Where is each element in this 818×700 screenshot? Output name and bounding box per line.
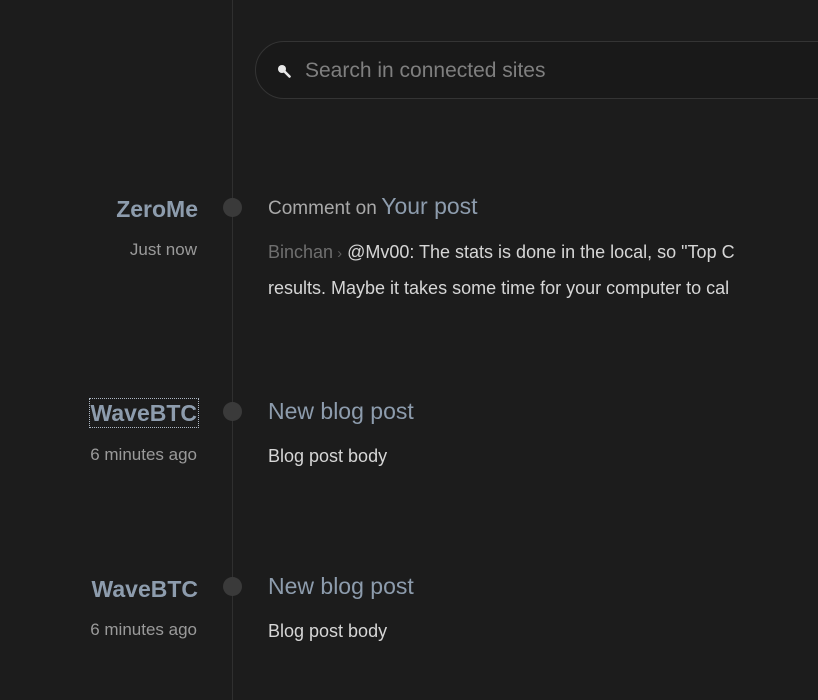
feed-body-line: Binchan › @Mv00: The stats is done in the … xyxy=(268,235,818,271)
timeline-dot xyxy=(223,577,242,596)
feed-title-link[interactable]: New blog post xyxy=(268,398,414,424)
comment-text-line1: @Mv00: The stats is done in the local, s… xyxy=(347,242,735,262)
feed-body: Blog post body xyxy=(268,446,388,466)
search-bar[interactable] xyxy=(255,41,818,99)
comment-text-line2: results. Maybe it takes some time for yo… xyxy=(268,278,730,298)
search-input[interactable] xyxy=(305,56,818,86)
separator-arrow: › xyxy=(337,245,343,262)
feed-title: New blog post xyxy=(268,396,414,430)
feed-title: New blog post xyxy=(268,571,414,605)
feed-site-link[interactable]: ZeroMe xyxy=(116,195,198,223)
feed-timestamp: 6 minutes ago xyxy=(90,445,197,464)
timeline-dot xyxy=(223,402,242,421)
feed-timestamp: 6 minutes ago xyxy=(90,620,197,639)
feed-title-link[interactable]: New blog post xyxy=(268,573,414,599)
feed-title: Comment on Your post xyxy=(268,191,478,225)
feed-timestamp: Just now xyxy=(129,240,197,259)
feed-body: Blog post body xyxy=(268,621,388,641)
feed-title-link[interactable]: Your post xyxy=(381,193,477,219)
newsfeed-page: ZeroMe Just now Comment on Your post Bin… xyxy=(0,0,818,700)
comment-author[interactable]: Binchan xyxy=(268,242,333,262)
timeline-dot xyxy=(223,198,242,217)
feed-site-link[interactable]: WaveBTC xyxy=(88,398,199,428)
feed-title-prefix: Comment on xyxy=(268,198,377,219)
feed-site-link[interactable]: WaveBTC xyxy=(92,575,199,603)
search-icon xyxy=(277,64,291,78)
feed-body: Binchan › @Mv00: The stats is done in the … xyxy=(268,235,818,305)
